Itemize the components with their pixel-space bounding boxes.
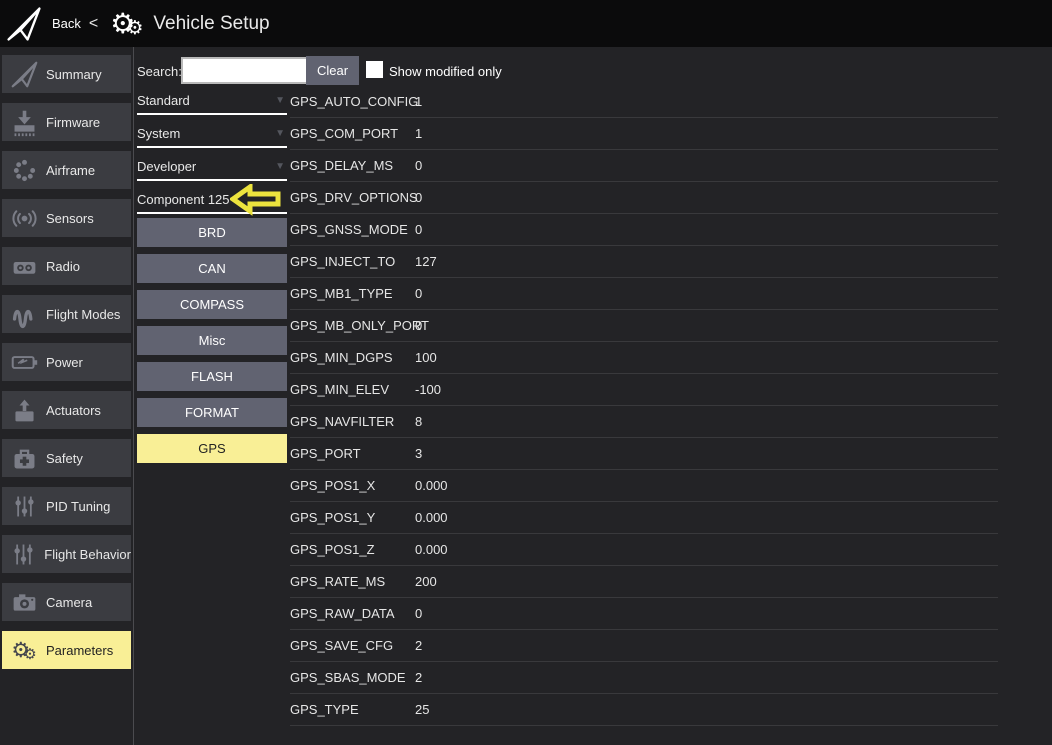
show-modified-checkbox[interactable] [366, 61, 383, 78]
parameter-list-gps-port[interactable]: GPS_PORT 3 [290, 438, 998, 470]
paper-plane-icon [2, 60, 46, 89]
camera-icon [2, 588, 46, 617]
chevron-left-separator: < [89, 15, 98, 33]
qgc-logo-icon[interactable] [5, 5, 43, 43]
setup-sidebar-airframe[interactable]: Airframe [2, 151, 131, 189]
setup-sidebar: Summary Firmware Airframe Sensors Radio [2, 55, 131, 679]
parameter-list-gps-navfilter[interactable]: GPS_NAVFILTER 8 [290, 406, 998, 438]
group-buttons: BRD CAN COMPASS Misc FLASH FORMAT GPS [137, 218, 287, 470]
parameter-list-gps-min-dgps[interactable]: GPS_MIN_DGPS 100 [290, 342, 998, 374]
sidebar-divider [133, 47, 134, 745]
parameter-list-gps-type[interactable]: GPS_TYPE 25 [290, 694, 998, 726]
group-button-compass[interactable]: COMPASS [137, 290, 287, 319]
group-button-format[interactable]: FORMAT [137, 398, 287, 427]
gears-icon: ⚙⚙ [110, 10, 143, 38]
parameter-list-gps-mb-only-port[interactable]: GPS_MB_ONLY_PORT 0 [290, 310, 998, 342]
setup-sidebar-radio[interactable]: Radio [2, 247, 131, 285]
parameter-list-gps-rate-ms[interactable]: GPS_RATE_MS 200 [290, 566, 998, 598]
setup-sidebar-flight-behavior[interactable]: Flight Behavior [2, 535, 131, 573]
wave-icon [2, 300, 46, 329]
search-label: Search: [137, 64, 182, 79]
sliders-icon [2, 492, 46, 521]
parameter-list-gps-inject-to[interactable]: GPS_INJECT_TO 127 [290, 246, 998, 278]
category-dropdown-developer[interactable]: Developer ▼ [137, 154, 287, 181]
parameter-list-gps-mb1-type[interactable]: GPS_MB1_TYPE 0 [290, 278, 998, 310]
firmware-download-icon [2, 108, 46, 137]
chevron-down-icon: ▼ [275, 95, 285, 106]
parameter-list-gps-com-port[interactable]: GPS_COM_PORT 1 [290, 118, 998, 150]
topbar: Back < ⚙⚙ Vehicle Setup [0, 0, 1052, 47]
parameter-list-gps-pos1-y[interactable]: GPS_POS1_Y 0.000 [290, 502, 998, 534]
setup-sidebar-flight-modes[interactable]: Flight Modes [2, 295, 131, 333]
group-button-brd[interactable]: BRD [137, 218, 287, 247]
setup-sidebar-safety[interactable]: Safety [2, 439, 131, 477]
chevron-down-icon: ▼ [275, 161, 285, 172]
gears-icon: ⚙⚙ [2, 640, 46, 661]
setup-sidebar-camera[interactable]: Camera [2, 583, 131, 621]
parameter-list-gps-pos1-z[interactable]: GPS_POS1_Z 0.000 [290, 534, 998, 566]
parameter-list: GPS_AUTO_CONFIG 1 GPS_COM_PORT 1 GPS_DEL… [290, 86, 998, 726]
category-dropdown-system[interactable]: System ▼ [137, 121, 287, 148]
signal-waves-icon [2, 204, 46, 233]
parameter-list-gps-delay-ms[interactable]: GPS_DELAY_MS 0 [290, 150, 998, 182]
chevron-down-icon: ▼ [275, 128, 285, 139]
group-button-flash[interactable]: FLASH [137, 362, 287, 391]
back-button[interactable]: Back [52, 16, 81, 31]
battery-icon [2, 348, 46, 377]
search-input[interactable] [181, 57, 309, 84]
sliders-icon [2, 540, 44, 569]
setup-sidebar-summary[interactable]: Summary [2, 55, 131, 93]
group-button-misc[interactable]: Misc [137, 326, 287, 355]
parameter-list-gps-pos1-x[interactable]: GPS_POS1_X 0.000 [290, 470, 998, 502]
setup-sidebar-power[interactable]: Power [2, 343, 131, 381]
parameter-list-gps-save-cfg[interactable]: GPS_SAVE_CFG 2 [290, 630, 998, 662]
clear-button[interactable]: Clear [306, 56, 359, 85]
parameter-list-gps-drv-options[interactable]: GPS_DRV_OPTIONS 0 [290, 182, 998, 214]
first-aid-icon [2, 444, 46, 473]
parameter-list-gps-gnss-mode[interactable]: GPS_GNSS_MODE 0 [290, 214, 998, 246]
setup-sidebar-firmware[interactable]: Firmware [2, 103, 131, 141]
radio-icon [2, 252, 46, 281]
parameter-list-gps-min-elev[interactable]: GPS_MIN_ELEV -100 [290, 374, 998, 406]
group-button-gps[interactable]: GPS [137, 434, 287, 463]
annotation-arrow-left-icon [230, 184, 282, 216]
setup-sidebar-parameters[interactable]: ⚙⚙ Parameters [2, 631, 131, 669]
page-title: Vehicle Setup [153, 13, 269, 35]
show-modified-label: Show modified only [389, 64, 502, 79]
setup-sidebar-sensors[interactable]: Sensors [2, 199, 131, 237]
setup-sidebar-pid-tuning[interactable]: PID Tuning [2, 487, 131, 525]
setup-sidebar-actuators[interactable]: Actuators [2, 391, 131, 429]
actuator-box-icon [2, 396, 46, 425]
group-button-can[interactable]: CAN [137, 254, 287, 283]
airframe-dots-icon [2, 156, 46, 185]
parameter-list-gps-auto-config[interactable]: GPS_AUTO_CONFIG 1 [290, 86, 998, 118]
category-dropdown-standard[interactable]: Standard ▼ [137, 88, 287, 115]
parameter-list-gps-raw-data[interactable]: GPS_RAW_DATA 0 [290, 598, 998, 630]
parameter-list-gps-sbas-mode[interactable]: GPS_SBAS_MODE 2 [290, 662, 998, 694]
vehicle-setup-window: Back < ⚙⚙ Vehicle Setup Summary Firmware… [0, 0, 1052, 745]
